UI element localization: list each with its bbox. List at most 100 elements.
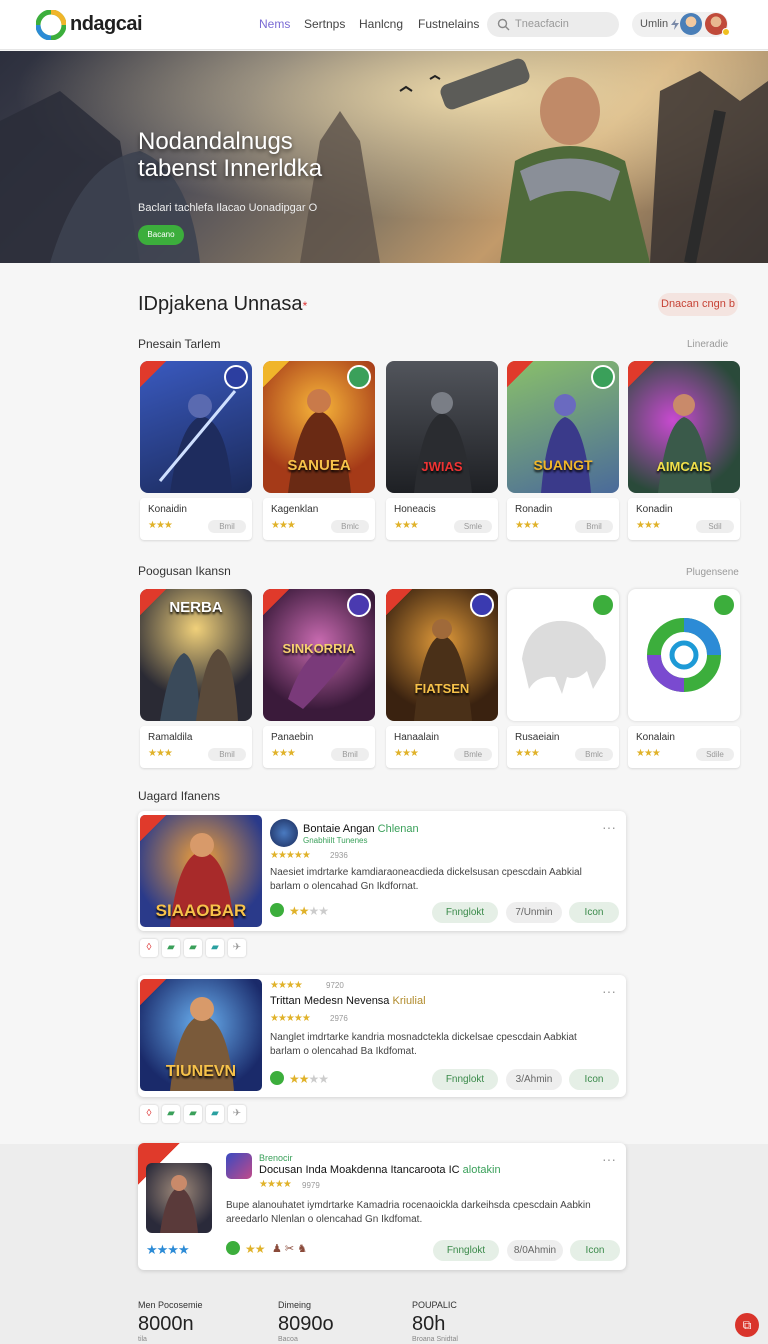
featured-card[interactable]: TIUNEVN ★★★★ 9720 Trittan Medesn Nevensa… [138, 975, 626, 1097]
duration-button[interactable]: 3/Ahmin [506, 1069, 562, 1090]
description-line: Naesiet imdrtarke kamdiaraoneacdieda dic… [270, 867, 582, 878]
game-card-info: Hanaalain ★★★ Bmle [386, 726, 498, 768]
rating-count: 9979 [302, 1181, 320, 1190]
tag-icon[interactable]: ◊ [140, 1105, 158, 1123]
more-options-icon[interactable]: ··· [602, 983, 616, 999]
game-card-name: Panaebin [271, 732, 314, 743]
user-rating: ★★★★ [289, 1072, 329, 1086]
hero-cta-button[interactable]: Bacano [138, 225, 184, 245]
tag-icon[interactable]: ✈ [228, 939, 246, 957]
brand-name[interactable]: ndagcai [70, 13, 143, 36]
icon-button[interactable]: Icon [569, 1069, 619, 1090]
tag-icon[interactable]: ▰ [162, 939, 180, 957]
download-button[interactable]: Fnnglokt [433, 1240, 499, 1261]
rating-empty: ★★ [308, 1072, 329, 1086]
tag-icon[interactable]: ▰ [184, 939, 202, 957]
nav-item-handling[interactable]: Hanlcng [359, 17, 403, 31]
game-card-art [628, 589, 740, 721]
game-card-art: SUANGT [507, 361, 619, 493]
duration-button[interactable]: 7/Unmin [506, 902, 562, 923]
more-options-icon[interactable]: ··· [602, 819, 616, 835]
tag-icon[interactable]: ▰ [206, 1105, 224, 1123]
search-box[interactable]: Tneacfacin [487, 12, 619, 37]
row-label: Pnesain Tarlem [138, 337, 221, 351]
featured-description: Naesiet imdrtarke kamdiaraoneacdieda dic… [270, 866, 620, 894]
section-action-button[interactable]: Dnacan cngn b [658, 293, 738, 316]
game-card-info: Konadin ★★★ Sdil [628, 498, 740, 540]
brand-logo-icon[interactable] [36, 10, 66, 40]
game-card-art: NERBA [140, 589, 252, 721]
game-card-art [507, 589, 619, 721]
avatar[interactable] [680, 13, 702, 35]
tag-icon[interactable]: ✈ [228, 1105, 246, 1123]
game-card-art: FIATSEN [386, 589, 498, 721]
rating-empty: ★★ [308, 904, 329, 918]
rating-stars: ★★★ [394, 748, 419, 759]
icon-button[interactable]: Icon [570, 1240, 620, 1261]
featured-title-tag: Kriulial [392, 995, 426, 1007]
ribbon-badge [263, 361, 289, 387]
game-badge-icon [712, 593, 736, 617]
game-badge-icon [347, 365, 371, 389]
game-card-info: Rusaeiain ★★★ Bmlc [507, 726, 619, 768]
game-card-name: Kagenklan [271, 504, 319, 515]
more-options-icon[interactable]: ··· [602, 1151, 616, 1167]
download-button[interactable]: Fnnglokt [432, 902, 498, 923]
game-card[interactable]: Konaidin ★★★ Bmil [140, 361, 252, 541]
user-rating: ★★★★ [289, 904, 329, 918]
featured-description: Bupe alanouhatet iymdrtarke Kamadria roc… [226, 1199, 616, 1227]
rating-stars: ★★★ [636, 748, 661, 759]
game-card[interactable]: SINKORRIA Panaebin ★★★ Bmil [263, 589, 375, 769]
game-card[interactable]: NERBA Ramaldila ★★★ Bmil [140, 589, 252, 769]
game-art-title: JWIAS [421, 459, 463, 474]
game-art-title: SANUEA [287, 457, 351, 474]
game-card-name: Konalain [636, 732, 675, 743]
game-badge-icon [591, 593, 615, 617]
tag-icon[interactable]: ▰ [184, 1105, 202, 1123]
game-badge-icon [470, 593, 494, 617]
row-more-link[interactable]: Lineradie [687, 339, 728, 350]
game-card[interactable]: Rusaeiain ★★★ Bmlc [507, 589, 619, 769]
top-bar: ndagcai Nems Sertnps Hanlcng Fustnelains… [0, 0, 768, 50]
stat-note: tila [138, 1336, 147, 1343]
game-card[interactable]: SANUEA Kagenklan ★★★ Bmlc [263, 361, 375, 541]
game-card-version: Sdil [696, 520, 734, 533]
featured-title: Trittan Medesn Nevensa Kriulial [270, 995, 426, 1007]
rating-count: 9720 [326, 981, 344, 990]
description-line: areedarlo Nlenlan o olencahad Gn Ikdfoma… [226, 1214, 423, 1225]
featured-title: Bontaie Angan Chlenan [303, 823, 419, 835]
featured-subtitle: Gnabhiilt Tunenes [303, 836, 368, 845]
icon-button[interactable]: Icon [569, 902, 619, 923]
game-card[interactable]: FIATSEN Hanaalain ★★★ Bmle [386, 589, 498, 769]
tag-icon[interactable]: ▰ [162, 1105, 180, 1123]
description-line: Nanglet imdrtarke kandria mosnadctekla d… [270, 1032, 577, 1043]
nav-item-features[interactable]: Fustnelains [418, 17, 479, 31]
tag-icon[interactable]: ▰ [206, 939, 224, 957]
help-chat-icon[interactable]: ⧉ [735, 1313, 759, 1337]
featured-card[interactable]: Brenocir Docusan Inda Moakdenna Itancaro… [138, 1143, 626, 1270]
row-more-link[interactable]: Plugensene [686, 567, 739, 578]
game-card[interactable]: AIMCAIS Konadin ★★★ Sdil [628, 361, 740, 541]
game-card-info: Panaebin ★★★ Bmil [263, 726, 375, 768]
game-card[interactable]: SUANGT Ronadin ★★★ Bmil [507, 361, 619, 541]
nav-item-news[interactable]: Nems [259, 17, 290, 31]
game-card-version: Bmil [575, 520, 613, 533]
section-title: IDpjakena Unnasa* [138, 293, 307, 316]
rating-count: 2976 [330, 1014, 348, 1023]
game-card[interactable]: Konalain ★★★ Sdile [628, 589, 740, 769]
tag-icon[interactable]: ◊ [140, 939, 158, 957]
featured-card[interactable]: SIAAOBAR Bontaie Angan Chlenan Gnabhiilt… [138, 811, 626, 931]
featured-art-title: TIUNEVN [165, 1063, 237, 1080]
game-card-name: Ramaldila [148, 732, 193, 743]
rating-stars: ★★★★ [270, 980, 303, 991]
app-icon [226, 1153, 252, 1179]
game-card-version: Bmle [454, 748, 492, 761]
duration-button[interactable]: 8/0Ahmin [507, 1240, 563, 1261]
description-line: barlam o olencahad Ba Ikdfomat. [270, 1046, 417, 1057]
game-card[interactable]: JWIAS Honeacis ★★★ Smle [386, 361, 498, 541]
featured-artwork [160, 1175, 198, 1233]
download-button[interactable]: Fnnglokt [432, 1069, 498, 1090]
rating-stars: ★★★ [148, 520, 173, 531]
nav-item-settings[interactable]: Sertnps [304, 17, 345, 31]
featured-art [146, 1163, 212, 1233]
